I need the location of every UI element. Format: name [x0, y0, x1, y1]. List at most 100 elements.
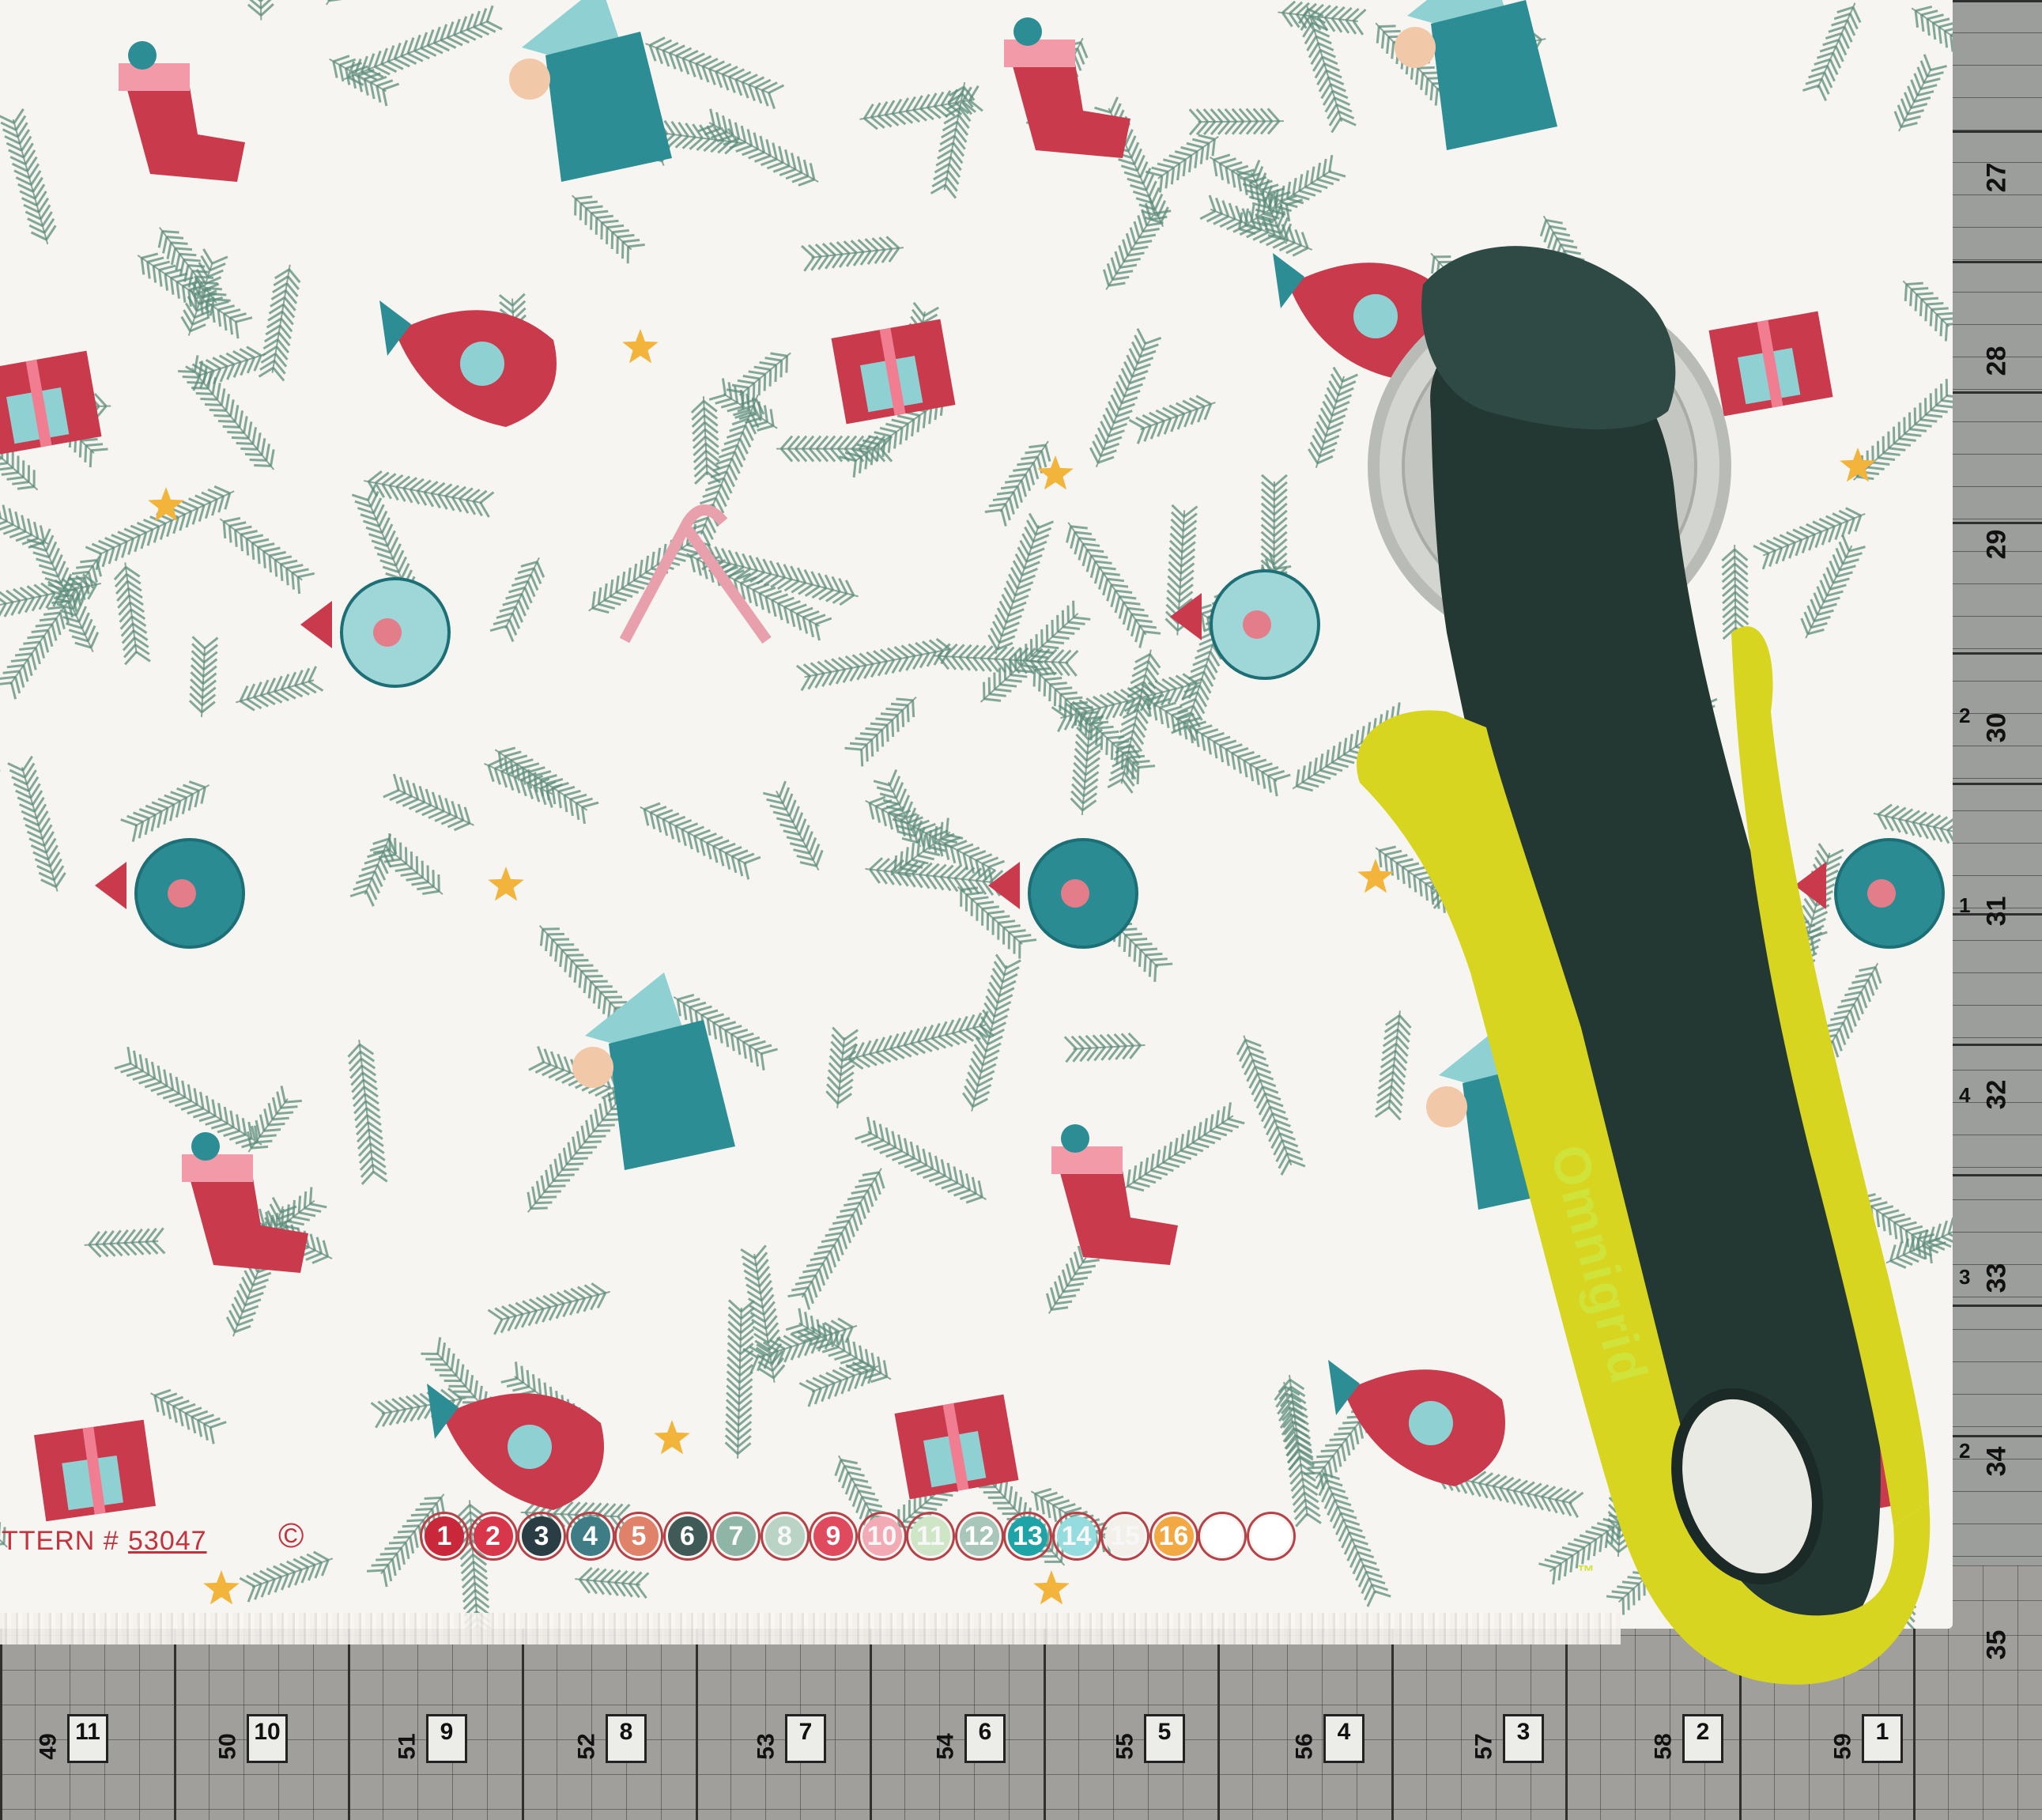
- ruler-number: 28: [1981, 345, 2012, 376]
- ruler-small-number: 4: [1959, 1083, 1971, 1107]
- star-motif: [622, 329, 659, 364]
- ruler-number: 53: [753, 1733, 779, 1760]
- color-dot: 8: [760, 1512, 810, 1561]
- ruler-number: 57: [1470, 1733, 1497, 1760]
- pine-branches: [0, 0, 2026, 1639]
- ruler-box-number: 5: [1144, 1714, 1185, 1763]
- ruler-number: 31: [1981, 896, 2012, 927]
- color-dot-label: 13: [1013, 1520, 1043, 1551]
- ruler-number: 59: [1829, 1733, 1856, 1760]
- ruler-box-number: 9: [426, 1714, 467, 1763]
- color-dot-label: 16: [1158, 1520, 1189, 1551]
- ruler-number: 27: [1981, 162, 2012, 193]
- color-dot: 11: [906, 1512, 955, 1561]
- ruler-box-number: 8: [606, 1714, 647, 1763]
- color-dot-fill: [1251, 1516, 1291, 1556]
- color-dot-fill: 13: [1008, 1516, 1047, 1556]
- ruler-number: 33: [1981, 1263, 2012, 1293]
- gift-motif: [894, 1394, 1019, 1500]
- cutter-trademark: ™: [1577, 1561, 1596, 1581]
- color-dot: 3: [517, 1512, 566, 1561]
- color-dot: 13: [1003, 1512, 1052, 1561]
- ruler-box-number: 10: [247, 1714, 288, 1763]
- color-dot-fill: 10: [862, 1516, 902, 1556]
- color-dot-label: 8: [777, 1520, 792, 1551]
- selvage-fray: [0, 1613, 1621, 1644]
- color-dot-fill: 12: [959, 1516, 999, 1556]
- gift-motif: [1708, 311, 1833, 417]
- ornament-motif: [300, 577, 451, 688]
- star-motif: [654, 1420, 690, 1455]
- color-dot-fill: 7: [716, 1516, 756, 1556]
- color-dot-fill: [1202, 1516, 1242, 1556]
- color-dot: 14: [1051, 1512, 1101, 1561]
- color-dot-label: 10: [866, 1520, 897, 1551]
- color-dot-label: 12: [964, 1520, 995, 1551]
- color-dot: 6: [662, 1512, 712, 1561]
- stocking-motif: [182, 1132, 308, 1273]
- ruler-box-number: 2: [1682, 1714, 1723, 1763]
- ruler-small-number: 2: [1959, 704, 1971, 727]
- ruler-number: 56: [1291, 1733, 1318, 1760]
- color-dot-fill: 9: [813, 1516, 853, 1556]
- color-dot-fill: 5: [619, 1516, 659, 1556]
- color-dot: 2: [468, 1512, 518, 1561]
- ruler-number: 30: [1981, 712, 2012, 743]
- color-dot-label: 4: [583, 1520, 598, 1551]
- ruler-box-number: 6: [964, 1714, 1006, 1763]
- color-dot: 10: [857, 1512, 907, 1561]
- ruler-small-number: 2: [1959, 1439, 1971, 1463]
- color-dot-label: 7: [728, 1520, 744, 1551]
- star-motif: [1357, 859, 1394, 893]
- gift-motif: [34, 1419, 156, 1522]
- angel-motif: [572, 972, 735, 1170]
- ruler-box-number: 4: [1323, 1714, 1364, 1763]
- color-dot-fill: 2: [473, 1516, 513, 1556]
- selvage-copyright: ©: [278, 1516, 305, 1555]
- selvage-pattern-number: 53047: [128, 1526, 207, 1556]
- color-dot-label: 5: [631, 1520, 647, 1551]
- ruler-number: 50: [214, 1733, 241, 1760]
- ruler-number: 54: [932, 1733, 959, 1760]
- stocking-motif: [1004, 17, 1130, 158]
- star-motif: [1037, 455, 1074, 490]
- ruler-box-number: 7: [785, 1714, 826, 1763]
- color-dot: 15: [1100, 1512, 1149, 1561]
- fabric: [0, 0, 2026, 1639]
- color-dot-label: 6: [680, 1520, 695, 1551]
- color-dot-label: 14: [1061, 1520, 1092, 1551]
- gift-motif: [1780, 1418, 1904, 1524]
- ruler-small-number: 3: [1959, 1265, 1971, 1289]
- color-dot: [1198, 1512, 1247, 1561]
- color-dot-fill: 16: [1153, 1516, 1194, 1556]
- selvage-pattern-label: TTERN #: [2, 1526, 119, 1556]
- star-motif: [1033, 1570, 1070, 1605]
- ruler-number: 32: [1981, 1079, 2012, 1110]
- ornament-motif: [1170, 569, 1320, 680]
- color-dot-label: 1: [436, 1520, 452, 1551]
- ruler-number: 51: [394, 1733, 421, 1760]
- fabric-print: [0, 0, 2026, 1639]
- bow-ornament-motif: [1273, 253, 1450, 379]
- ruler-number: 58: [1650, 1733, 1677, 1760]
- color-dot-fill: 15: [1105, 1516, 1145, 1556]
- ruler-number: 29: [1981, 529, 2012, 560]
- color-dot-label: 2: [485, 1520, 500, 1551]
- color-dot-fill: 3: [522, 1516, 561, 1556]
- color-dot-label: 11: [916, 1520, 945, 1551]
- color-dot: [1246, 1512, 1296, 1561]
- angel-motif: [509, 0, 672, 182]
- color-dot: 12: [954, 1512, 1004, 1561]
- ruler-box-number: 3: [1503, 1714, 1544, 1763]
- color-dot-fill: 1: [425, 1516, 464, 1556]
- star-motif: [488, 867, 524, 901]
- ruler-small-number: 1: [1959, 893, 1971, 917]
- color-dot-fill: 4: [570, 1516, 610, 1556]
- star-motif: [203, 1570, 240, 1605]
- stocking-motif: [1051, 1124, 1178, 1265]
- color-dot-label: 15: [1110, 1520, 1140, 1551]
- color-dot-label: 9: [825, 1520, 841, 1551]
- ruler-number: 52: [573, 1733, 600, 1760]
- color-dot: 4: [565, 1512, 615, 1561]
- star-motif: [148, 487, 184, 522]
